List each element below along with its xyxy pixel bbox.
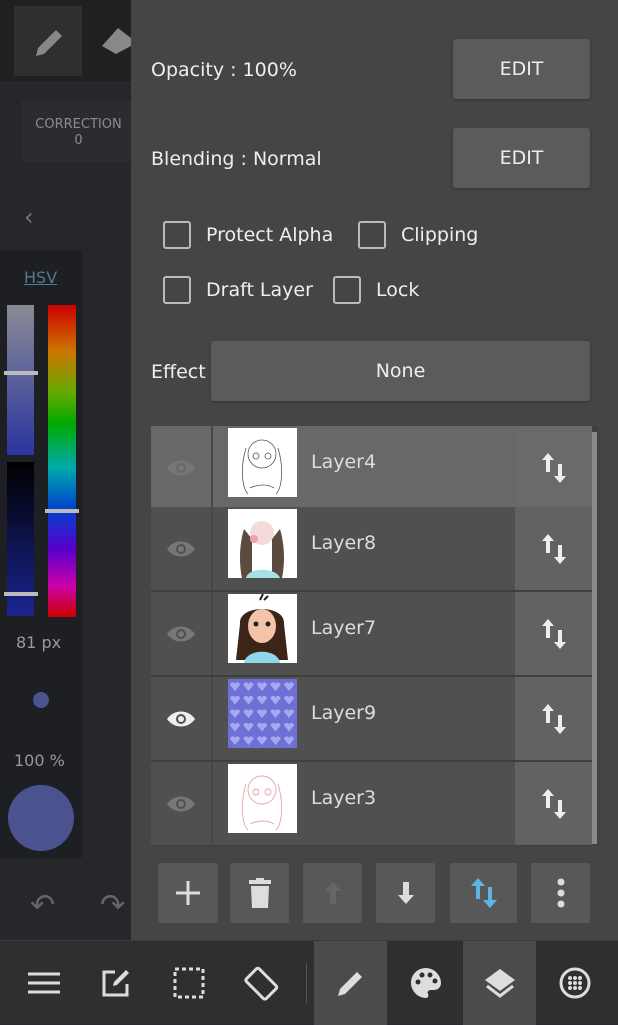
eye-icon — [167, 460, 195, 475]
swap-vertical-icon — [541, 703, 566, 734]
hue-handle[interactable] — [45, 509, 79, 513]
bottom-toolbar — [0, 940, 618, 1025]
eraser-tool-button[interactable] — [98, 22, 131, 62]
layer-row[interactable]: Layer9 — [151, 677, 592, 760]
layer-thumbnail — [228, 509, 297, 578]
reorder-handle[interactable] — [515, 507, 592, 590]
swap-vertical-icon — [541, 533, 566, 564]
brush-size-preview — [33, 692, 49, 708]
edit-button[interactable] — [79, 941, 152, 1025]
palette-button[interactable] — [389, 941, 462, 1025]
material-button[interactable] — [538, 941, 611, 1025]
palette-icon — [410, 968, 441, 998]
effect-select[interactable]: None — [211, 341, 590, 401]
menu-button[interactable] — [7, 941, 80, 1025]
visibility-toggle[interactable] — [151, 592, 213, 675]
visibility-toggle[interactable] — [151, 426, 213, 509]
layer-thumbnail — [228, 764, 297, 833]
reorder-handle[interactable] — [515, 677, 592, 760]
draft-layer-checkbox[interactable]: Draft Layer — [163, 276, 313, 304]
color-mode-link[interactable]: HSV — [24, 268, 57, 287]
layer-row[interactable]: Layer7 — [151, 592, 592, 675]
visibility-toggle[interactable] — [151, 677, 213, 760]
toolbar-divider — [306, 963, 307, 1003]
layer-name: Layer7 — [311, 617, 377, 639]
visibility-toggle[interactable] — [151, 507, 213, 590]
value-handle[interactable] — [4, 592, 38, 596]
menu-icon — [27, 972, 60, 994]
layer-thumbnail — [228, 594, 297, 663]
layer-list: Layer4 Layer8 Layer7 Layer9 Layer3 — [151, 426, 598, 846]
layer-row[interactable]: Layer4 — [151, 426, 592, 509]
saturation-handle[interactable] — [4, 371, 38, 375]
eye-icon — [167, 796, 195, 811]
layer-name: Layer9 — [311, 702, 377, 724]
layer-more-button[interactable] — [531, 863, 590, 923]
undo-icon[interactable]: ↶ — [30, 888, 55, 923]
hue-slider[interactable] — [48, 305, 76, 617]
eye-icon — [167, 541, 195, 556]
swap-vertical-icon — [541, 452, 566, 483]
material-grid-icon — [559, 967, 590, 999]
pencil-icon — [36, 30, 62, 56]
delete-layer-button[interactable] — [230, 863, 289, 923]
pencil-icon — [337, 972, 362, 996]
brush-button[interactable] — [314, 941, 387, 1025]
brush-opacity: 100 % — [14, 751, 65, 770]
layer-thumbnail — [228, 428, 297, 497]
add-layer-button[interactable] — [158, 863, 218, 923]
eye-icon — [167, 711, 195, 726]
reorder-handle[interactable] — [515, 592, 592, 675]
layer-row[interactable]: Layer8 — [151, 507, 592, 590]
layer-list-scrollbar[interactable] — [592, 432, 597, 844]
layers-button[interactable] — [463, 941, 536, 1025]
edit-icon — [102, 970, 129, 997]
plus-icon — [176, 881, 200, 905]
arrow-down-icon — [397, 882, 414, 904]
reorder-handle[interactable] — [515, 762, 592, 845]
eye-icon — [167, 626, 195, 641]
tool-side-panel: CORRECTION 0 ‹ HSV 81 px 100 % ↶ ↷ — [0, 0, 136, 940]
move-layer-up-button[interactable] — [303, 863, 362, 923]
pen-tool-button[interactable] — [14, 6, 82, 76]
move-layer-down-button[interactable] — [376, 863, 435, 923]
redo-icon[interactable]: ↷ — [100, 888, 125, 923]
collapse-chevron-icon[interactable]: ‹ — [24, 203, 34, 231]
swap-vertical-icon — [470, 878, 497, 908]
reorder-handle[interactable] — [515, 426, 592, 509]
more-vertical-icon — [557, 878, 564, 908]
screen-rotation-icon — [243, 966, 278, 1001]
arrow-up-icon — [324, 882, 341, 904]
selection-icon — [173, 967, 204, 999]
current-color-swatch[interactable] — [8, 785, 74, 851]
eraser-icon — [102, 28, 131, 54]
blending-label: Blending : Normal — [151, 148, 322, 170]
effect-label: Effect — [151, 361, 206, 383]
layer-name: Layer8 — [311, 532, 377, 554]
correction-button[interactable]: CORRECTION 0 — [21, 100, 136, 162]
selection-button[interactable] — [152, 941, 225, 1025]
trash-icon — [248, 878, 271, 908]
clipping-checkbox[interactable]: Clipping — [358, 221, 478, 249]
lock-checkbox[interactable]: Lock — [333, 276, 419, 304]
visibility-toggle[interactable] — [151, 762, 213, 845]
layer-thumbnail — [228, 679, 297, 748]
brush-size: 81 px — [16, 633, 62, 652]
blending-edit-button[interactable]: EDIT — [453, 128, 590, 188]
opacity-edit-button[interactable]: EDIT — [453, 39, 590, 99]
layer-name: Layer4 — [311, 451, 377, 473]
protect-alpha-checkbox[interactable]: Protect Alpha — [163, 221, 333, 249]
layer-name: Layer3 — [311, 787, 377, 809]
opacity-label: Opacity : 100% — [151, 59, 297, 81]
rotate-canvas-button[interactable] — [225, 941, 298, 1025]
saturation-slider[interactable] — [7, 305, 34, 455]
swap-vertical-icon — [541, 788, 566, 819]
swap-vertical-icon — [541, 618, 566, 649]
layers-icon — [484, 969, 515, 998]
reorder-layers-button[interactable] — [450, 863, 517, 923]
layer-row[interactable]: Layer3 — [151, 762, 592, 845]
